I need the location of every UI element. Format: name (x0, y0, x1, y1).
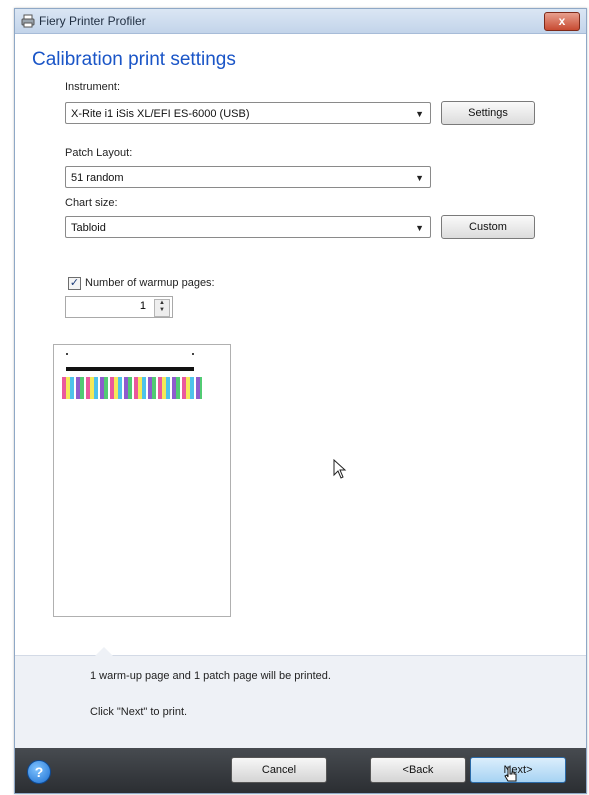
chart-size-select-value: Tabloid (71, 222, 106, 234)
print-instruction-text: Click "Next" to print. (90, 706, 188, 718)
instrument-label: Instrument: (65, 81, 121, 93)
patch-layout-select[interactable]: 51 random ▼ (65, 166, 431, 188)
title-bar: Fiery Printer Profiler x (15, 9, 586, 34)
printer-icon (21, 14, 35, 28)
instrument-select-value: X-Rite i1 iSis XL/EFI ES-6000 (USB) (71, 108, 250, 120)
warmup-checkbox[interactable]: ✓ (68, 277, 81, 290)
chevron-down-icon: ▼ (415, 223, 424, 233)
info-notch (95, 647, 113, 656)
help-icon[interactable]: ? (27, 760, 51, 784)
preview-color-patches (62, 377, 202, 399)
custom-button[interactable]: Custom (441, 215, 535, 239)
warmup-pages-stepper[interactable]: 1 ▲ ▼ (65, 296, 173, 318)
preview-black-bar (66, 367, 194, 371)
window-title: Fiery Printer Profiler (39, 14, 146, 28)
patch-layout-select-value: 51 random (71, 172, 124, 184)
patch-layout-label: Patch Layout: (65, 147, 133, 159)
warmup-pages-value: 1 (139, 300, 146, 312)
registration-mark (192, 353, 194, 355)
cancel-button[interactable]: Cancel (231, 757, 327, 783)
instrument-select[interactable]: X-Rite i1 iSis XL/EFI ES-6000 (USB) ▼ (65, 102, 431, 124)
page-title: Calibration print settings (32, 49, 236, 70)
next-button[interactable]: Next> (470, 757, 566, 783)
back-button[interactable]: <Back (370, 757, 466, 783)
settings-button[interactable]: Settings (441, 101, 535, 125)
stepper-arrows-icon[interactable]: ▲ ▼ (154, 299, 170, 317)
chart-size-label: Chart size: (65, 197, 118, 209)
close-button[interactable]: x (544, 12, 580, 31)
chart-size-select[interactable]: Tabloid ▼ (65, 216, 431, 238)
warmup-checkbox-label: Number of warmup pages: (85, 277, 215, 289)
print-summary-text: 1 warm-up page and 1 patch page will be … (90, 670, 331, 682)
chevron-down-icon: ▼ (415, 109, 424, 119)
close-icon: x (558, 14, 566, 28)
chart-preview (53, 344, 231, 617)
info-panel: 1 warm-up page and 1 patch page will be … (15, 647, 586, 749)
hand-pointer-icon (504, 766, 517, 782)
printer-profiler-window: Fiery Printer Profiler x Calibration pri… (14, 8, 587, 794)
chevron-down-icon: ▼ (415, 173, 424, 183)
mouse-pointer-icon (333, 459, 347, 479)
registration-mark (66, 353, 68, 355)
footer-bar: ? Cancel <Back Next> (15, 748, 586, 793)
